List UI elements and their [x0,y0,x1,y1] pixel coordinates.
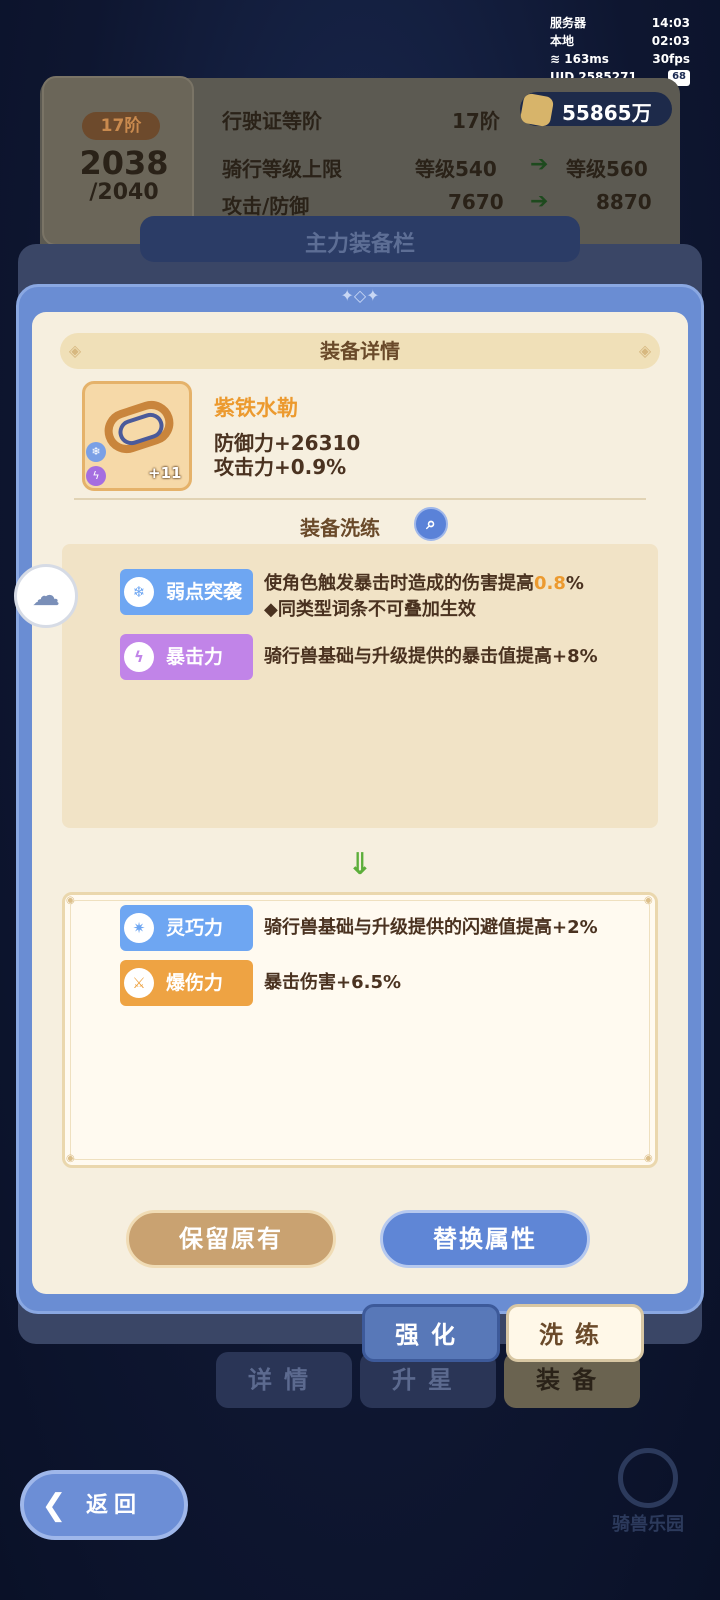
arrow-right-icon: ➔ [530,189,549,214]
diamond-icon: ◈ [68,341,82,360]
status-hud: 服务器 14:03 本地 02:03 ≋ 163ms 30fps UID 258527… [550,14,690,86]
corner-ornament-icon: ◉ [66,895,75,906]
item-stat: 攻击力+0.9% [214,455,347,479]
lightning-icon: ϟ [86,466,106,486]
currency-amount: 55865万 [562,101,652,125]
license-row-next: 8870 [596,190,652,214]
brand-name: 骑兽乐园 [612,1514,684,1535]
dialog-title: 装备详情 [60,333,660,369]
license-row-label: 骑行等级上限 [222,157,342,181]
server-label: 服务器 [550,16,587,30]
item-level: +11 [148,464,182,482]
wifi-icon: ≋ [550,52,561,66]
ornament-icon: ✦◇✦ [340,286,380,305]
back-arrow-icon: ❮ [41,1488,67,1523]
keep-original-button[interactable]: 保留原有 [126,1210,336,1268]
refine-title: 装备洗练 [300,516,380,540]
license-row-label: 行驶证等阶 [222,109,322,133]
back-label: 返回 [86,1493,143,1518]
divider [74,498,646,500]
replace-attributes-button[interactable]: 替换属性 [380,1210,590,1268]
crossed-swords-icon: ⚔ [124,968,154,998]
tab-enhance[interactable]: 强化 [362,1304,500,1362]
crystal-icon: ❄ [86,442,106,462]
corner-ornament-icon: ◉ [644,1153,653,1164]
arrow-down-icon: ⇓ [347,847,373,882]
license-row-current: 17阶 [452,109,500,133]
lightning-icon: ϟ [124,642,154,672]
attribute-description: 暴击伤害+6.5% [264,972,402,993]
equipment-bar-title: 主力装备栏 [304,232,415,257]
local-label: 本地 [550,34,575,48]
license-row-label: 攻击/防御 [222,194,310,218]
magnifier-icon[interactable]: ⌕ [414,507,448,541]
attribute-description: 骑行兽基础与升级提供的暴击值提高+8% [264,646,598,667]
license-row-next: 等级560 [566,157,648,181]
license-row-current: 7670 [448,190,504,214]
ferris-wheel-icon [618,1448,678,1508]
ping: ≋ 163ms [550,52,609,66]
chat-icon[interactable]: ☁ [14,564,78,628]
license-tier-badge: 17阶 [82,112,160,140]
fps: 30fps [652,52,690,66]
corner-ornament-icon: ◉ [644,895,653,906]
crystal-icon: ❄ [124,577,154,607]
local-time: 02:03 [651,34,690,48]
star-icon: ✷ [124,913,154,943]
license-row-current: 等级540 [415,157,497,181]
attribute-description: 骑行兽基础与升级提供的闪避值提高+2% [264,917,598,938]
diamond-icon: ◈ [638,341,652,360]
server-time: 14:03 [651,16,690,30]
license-progress-max: /2040 [89,180,159,205]
arrow-right-icon: ➔ [530,152,549,177]
brand-logo: 骑兽乐园 [600,1448,696,1536]
tab-refine[interactable]: 洗练 [506,1304,644,1362]
attribute-description: 使角色触发暴击时造成的伤害提高0.8% [264,573,584,594]
tab-details[interactable]: 详情 [216,1352,352,1408]
coin-icon [519,92,555,128]
attribute-note: ◆同类型词条不可叠加生效 [264,599,476,620]
corner-ornament-icon: ◉ [66,1153,75,1164]
item-name: 紫铁水勒 [214,396,298,420]
license-progress-value: 2038 [79,144,169,182]
